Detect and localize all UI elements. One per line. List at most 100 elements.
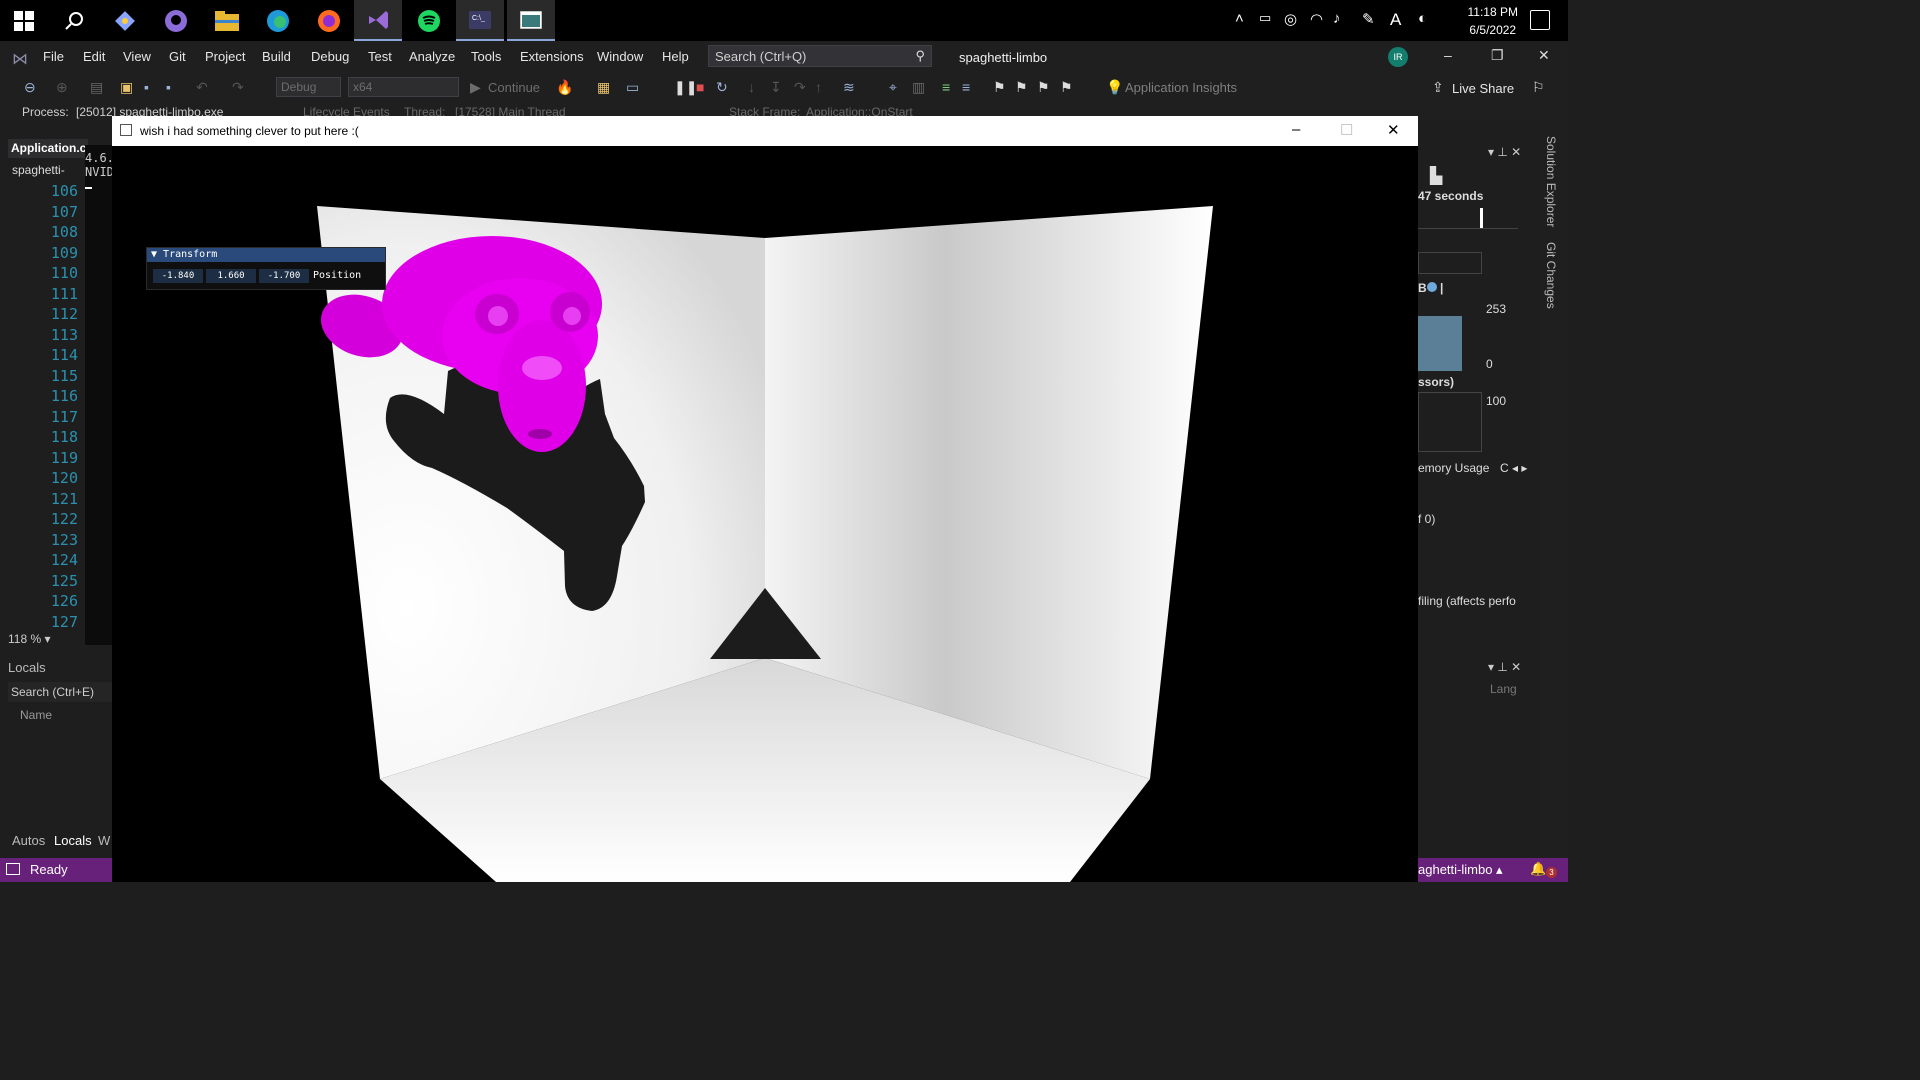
file-explorer-icon[interactable]: [203, 0, 251, 41]
menu-git[interactable]: Git: [169, 49, 186, 64]
hex-icon[interactable]: ▥: [912, 79, 925, 96]
input-indicator[interactable]: A: [1390, 10, 1401, 30]
transform-header[interactable]: ▼ Transform: [147, 248, 385, 262]
step-over-icon[interactable]: ↧: [770, 79, 782, 96]
undo-icon[interactable]: ↶: [196, 79, 208, 96]
timeline-ruler[interactable]: [1418, 208, 1518, 229]
search-icon[interactable]: [50, 0, 98, 41]
firefox-icon[interactable]: [305, 0, 353, 41]
tab-solution-explorer[interactable]: Solution Explorer: [1544, 136, 1558, 227]
next-bookmark-icon[interactable]: ⚑: [1037, 79, 1050, 96]
menu-extensions[interactable]: Extensions: [520, 49, 584, 64]
app-window[interactable]: wish i had something clever to put here …: [112, 116, 1418, 882]
position-x-field[interactable]: -1.840: [153, 269, 203, 283]
live-share-icon[interactable]: ⇪: [1432, 79, 1444, 96]
platform-select[interactable]: x64: [348, 77, 459, 97]
menu-view[interactable]: View: [123, 49, 151, 64]
transform-panel[interactable]: ▼ Transform -1.840 1.660 -1.700 Position: [146, 247, 386, 290]
menu-debug[interactable]: Debug: [311, 49, 349, 64]
prev-bookmark-icon[interactable]: ⚑: [1015, 79, 1028, 96]
step-back-icon[interactable]: ↷: [794, 79, 806, 96]
back-icon[interactable]: ⊖: [24, 79, 36, 96]
restore-icon[interactable]: ❐: [1491, 47, 1504, 64]
live-share-button[interactable]: Live Share: [1452, 81, 1514, 96]
app-minimize-icon[interactable]: –: [1292, 121, 1300, 138]
bookmark-icon[interactable]: ⚑: [993, 79, 1006, 96]
notification-center-icon[interactable]: [1530, 10, 1550, 30]
clear-bookmark-icon[interactable]: ⚑: [1060, 79, 1073, 96]
new-project-icon[interactable]: ▤: [90, 79, 103, 96]
terminal-icon[interactable]: C:\_: [456, 0, 504, 41]
tab-locals[interactable]: Locals: [54, 833, 92, 848]
restart-icon[interactable]: ↻: [716, 79, 728, 96]
tab-memory-usage[interactable]: emory Usage: [1418, 461, 1489, 475]
wifi-icon[interactable]: ◠: [1310, 10, 1323, 28]
folder-icon[interactable]: ▦: [597, 79, 610, 96]
tab-cpu[interactable]: C ◂ ▸: [1500, 461, 1527, 475]
visual-studio-icon[interactable]: [354, 0, 402, 41]
spotify-icon[interactable]: [405, 0, 453, 41]
tab-watch[interactable]: W: [98, 833, 110, 848]
open-folder-icon[interactable]: ▣: [120, 79, 133, 96]
continue-button[interactable]: Continue: [488, 80, 540, 95]
hot-reload-icon[interactable]: 🔥: [556, 79, 573, 96]
git-icon[interactable]: [101, 0, 149, 41]
menu-project[interactable]: Project: [205, 49, 245, 64]
menu-tools[interactable]: Tools: [471, 49, 501, 64]
layout-icon[interactable]: ▭: [626, 79, 639, 96]
vs-search-input[interactable]: Search (Ctrl+Q) ⚲: [708, 45, 932, 67]
zoom-level-select[interactable]: 118 % ▾: [8, 632, 78, 648]
profiling-toggle[interactable]: filing (affects perfo: [1418, 594, 1516, 608]
menu-build[interactable]: Build: [262, 49, 291, 64]
avatar[interactable]: IR: [1388, 47, 1408, 67]
stop-icon[interactable]: ■: [696, 79, 704, 95]
menu-help[interactable]: Help: [662, 49, 689, 64]
system-clock[interactable]: 11:18 PM 6/5/2022: [1468, 3, 1518, 39]
status-project[interactable]: aghetti-limbo ▴: [1418, 862, 1503, 878]
uncomment-icon[interactable]: ≡: [962, 79, 970, 95]
output-icon[interactable]: [6, 863, 20, 875]
position-z-field[interactable]: -1.700: [259, 269, 309, 283]
application-insights-button[interactable]: Application Insights: [1125, 80, 1237, 95]
event-filter-input[interactable]: [1418, 252, 1482, 274]
configuration-select[interactable]: Debug: [276, 77, 341, 97]
step-out-icon[interactable]: ↑: [815, 79, 822, 95]
lightbulb-icon[interactable]: 💡: [1106, 79, 1123, 96]
step-into-icon[interactable]: ↓: [748, 79, 755, 95]
redo-icon[interactable]: ↷: [232, 79, 244, 96]
editor-tab[interactable]: Application.c: [8, 139, 88, 158]
pin-icon[interactable]: ▾ ⊥ ✕: [1488, 145, 1521, 159]
minimize-icon[interactable]: –: [1444, 47, 1452, 63]
menu-test[interactable]: Test: [368, 49, 392, 64]
menu-window[interactable]: Window: [597, 49, 643, 64]
app-titlebar[interactable]: wish i had something clever to put here …: [112, 116, 1418, 146]
editor-file-navigator[interactable]: spaghetti-: [8, 160, 88, 180]
tab-autos[interactable]: Autos: [12, 833, 45, 848]
feedback-icon[interactable]: ⚐: [1532, 79, 1545, 96]
menu-analyze[interactable]: Analyze: [409, 49, 455, 64]
close-icon[interactable]: ✕: [1538, 47, 1550, 64]
threads-icon[interactable]: ≋: [843, 79, 855, 96]
app-close-icon[interactable]: ✕: [1387, 121, 1400, 139]
save-all-icon[interactable]: ▪: [166, 79, 171, 95]
battery-icon[interactable]: ▭: [1259, 10, 1271, 26]
position-y-field[interactable]: 1.660: [206, 269, 256, 283]
comment-icon[interactable]: ≡: [942, 79, 950, 95]
app-window-icon[interactable]: [507, 0, 555, 41]
github-icon[interactable]: [152, 0, 200, 41]
camera-icon[interactable]: ◎: [1284, 10, 1297, 28]
forward-icon[interactable]: ⊕: [56, 79, 68, 96]
app-maximize-icon[interactable]: ☐: [1340, 121, 1353, 139]
menu-edit[interactable]: Edit: [83, 49, 105, 64]
windows-start-icon[interactable]: [0, 0, 48, 41]
locals-search-input[interactable]: Search (Ctrl+E): [8, 682, 112, 702]
pen-icon[interactable]: ✎: [1362, 10, 1375, 28]
notification-bell-icon[interactable]: 🔔: [1530, 861, 1546, 877]
tab-git-changes[interactable]: Git Changes: [1544, 242, 1558, 309]
edge-icon[interactable]: [254, 0, 302, 41]
volume-icon[interactable]: ♪: [1333, 10, 1341, 27]
pause-icon[interactable]: ❚❚: [674, 79, 697, 96]
continue-icon[interactable]: ▶: [470, 79, 481, 96]
chevron-up-icon[interactable]: ˄: [1235, 10, 1244, 27]
save-icon[interactable]: ▪: [144, 79, 149, 95]
